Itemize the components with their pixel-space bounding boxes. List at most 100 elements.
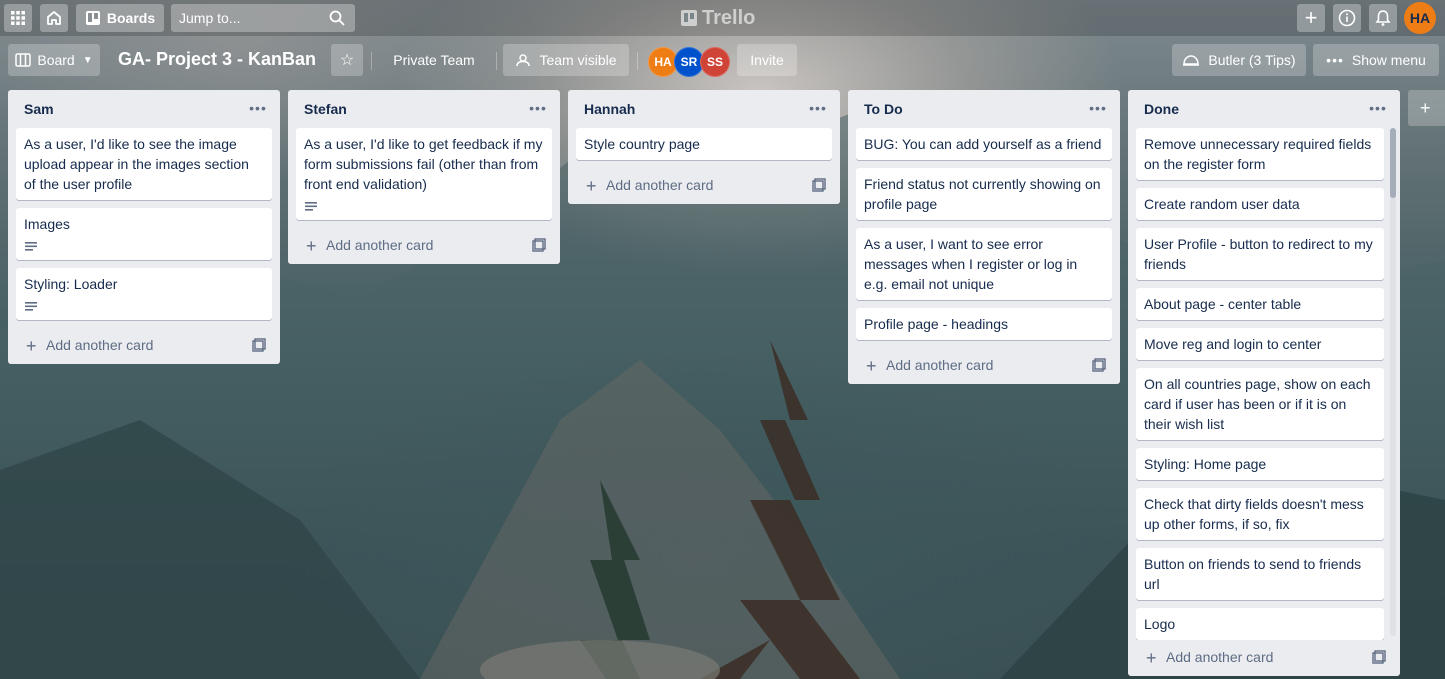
- apps-grid-button[interactable]: [4, 4, 32, 32]
- boards-button-label: Boards: [106, 10, 156, 26]
- add-card-button[interactable]: + Add another card: [1128, 640, 1400, 676]
- visibility-button[interactable]: Team visible: [503, 44, 629, 76]
- list-header: Sam •••: [8, 90, 280, 128]
- card[interactable]: Button on friends to send to friends url: [1136, 548, 1384, 600]
- list-title[interactable]: To Do: [864, 101, 903, 117]
- card[interactable]: As a user, I'd like to see the image upl…: [16, 128, 272, 200]
- add-card-button[interactable]: + Add another card: [568, 168, 840, 204]
- card[interactable]: User Profile - button to redirect to my …: [1136, 228, 1384, 280]
- board-icon: [85, 11, 100, 25]
- team-label: Private Team: [393, 52, 475, 68]
- card-template-icon[interactable]: [532, 238, 546, 255]
- add-card-button[interactable]: + Add another card: [288, 228, 560, 264]
- plus-icon: +: [1304, 5, 1318, 30]
- invite-label: Invite: [750, 52, 784, 68]
- notifications-button[interactable]: [1369, 4, 1397, 32]
- add-card-button[interactable]: + Add another card: [8, 328, 280, 364]
- create-button[interactable]: +: [1297, 4, 1325, 32]
- add-list-button[interactable]: +: [1408, 90, 1445, 126]
- show-menu-button[interactable]: ••• Show menu: [1313, 44, 1439, 76]
- card-list: As a user, I'd like to see the image upl…: [8, 128, 280, 320]
- card[interactable]: As a user, I want to see error messages …: [856, 228, 1112, 300]
- list-title[interactable]: Hannah: [584, 101, 635, 117]
- list-scrollbar-thumb[interactable]: [1390, 128, 1396, 198]
- list-menu-button[interactable]: •••: [244, 96, 272, 120]
- invite-button[interactable]: Invite: [737, 44, 797, 76]
- add-card-button[interactable]: + Add another card: [848, 348, 1120, 384]
- card[interactable]: Create random user data: [1136, 188, 1384, 220]
- trello-logo[interactable]: Trello: [681, 6, 755, 30]
- card[interactable]: On all countries page, show on each card…: [1136, 368, 1384, 440]
- info-button[interactable]: [1333, 4, 1361, 32]
- card[interactable]: Profile page - headings: [856, 308, 1112, 340]
- butler-label: Butler (3 Tips): [1208, 52, 1296, 68]
- boards-button[interactable]: Boards: [76, 4, 164, 32]
- card[interactable]: Friend status not currently showing on p…: [856, 168, 1112, 220]
- list-menu-button[interactable]: •••: [1364, 96, 1392, 120]
- search-icon: [329, 10, 345, 26]
- board-title[interactable]: GA- Project 3 - KanBan: [118, 49, 316, 70]
- member-avatar[interactable]: SS: [700, 47, 730, 77]
- card[interactable]: Styling: Home page: [1136, 448, 1384, 480]
- add-card-label: Add another card: [886, 357, 994, 373]
- card-list: As a user, I'd like to get feedback if m…: [288, 128, 560, 220]
- card[interactable]: About page - center table: [1136, 288, 1384, 320]
- plus-icon: +: [866, 356, 877, 376]
- card-title: As a user, I'd like to see the image upl…: [24, 136, 249, 192]
- card-title: Button on friends to send to friends url: [1144, 556, 1362, 592]
- board-view-switcher[interactable]: Board ▼: [8, 44, 100, 76]
- butler-button[interactable]: Butler (3 Tips): [1172, 44, 1306, 76]
- list-hannah: Hannah ••• Style country page + Add anot…: [568, 90, 840, 204]
- list-menu-button[interactable]: •••: [1084, 96, 1112, 120]
- card-list: Remove unnecessary required fields on th…: [1128, 128, 1400, 640]
- card-title: Style country page: [584, 136, 700, 152]
- visibility-label: Team visible: [539, 52, 617, 68]
- list-menu-button[interactable]: •••: [804, 96, 832, 120]
- card[interactable]: Check that dirty fields doesn't mess up …: [1136, 488, 1384, 540]
- card-template-icon[interactable]: [812, 178, 826, 195]
- card[interactable]: Images: [16, 208, 272, 260]
- board-header: Board ▼ GA- Project 3 - KanBan ☆ Private…: [0, 44, 1445, 78]
- card[interactable]: Move reg and login to center: [1136, 328, 1384, 360]
- card[interactable]: As a user, I'd like to get feedback if m…: [296, 128, 552, 220]
- card-template-icon[interactable]: [1092, 358, 1106, 375]
- list-scrollbar-track[interactable]: [1390, 128, 1396, 636]
- search-input[interactable]: Jump to...: [171, 4, 355, 32]
- card-title: Check that dirty fields doesn't mess up …: [1144, 496, 1364, 532]
- board-view-icon: [15, 53, 32, 67]
- card[interactable]: Styling: Loader: [16, 268, 272, 320]
- header-divider: [371, 52, 372, 70]
- card-title: As a user, I'd like to get feedback if m…: [304, 136, 543, 192]
- description-icon: [24, 238, 264, 254]
- team-button[interactable]: Private Team: [380, 44, 488, 76]
- list-title[interactable]: Sam: [24, 101, 54, 117]
- card-template-icon[interactable]: [252, 338, 266, 355]
- user-avatar[interactable]: HA: [1404, 2, 1436, 34]
- card-title: As a user, I want to see error messages …: [864, 236, 1078, 292]
- card-title: Friend status not currently showing on p…: [864, 176, 1101, 212]
- card-title: Remove unnecessary required fields on th…: [1144, 136, 1372, 172]
- list-title[interactable]: Stefan: [304, 101, 347, 117]
- plus-icon: +: [586, 176, 597, 196]
- home-button[interactable]: [40, 4, 68, 32]
- card-list: BUG: You can add yourself as a friend Fr…: [848, 128, 1120, 340]
- list-to-do: To Do ••• BUG: You can add yourself as a…: [848, 90, 1120, 384]
- list-header: To Do •••: [848, 90, 1120, 128]
- list-menu-button[interactable]: •••: [524, 96, 552, 120]
- card[interactable]: Logo: [1136, 608, 1384, 640]
- search-placeholder: Jump to...: [179, 10, 241, 26]
- info-icon: [1338, 9, 1356, 27]
- card-template-icon[interactable]: [1372, 650, 1386, 667]
- list-title[interactable]: Done: [1144, 101, 1179, 117]
- add-card-label: Add another card: [46, 337, 154, 353]
- list-header: Done •••: [1128, 90, 1400, 128]
- card-title: On all countries page, show on each card…: [1144, 376, 1371, 432]
- bell-icon: [1375, 10, 1391, 26]
- card[interactable]: Style country page: [576, 128, 832, 160]
- card[interactable]: Remove unnecessary required fields on th…: [1136, 128, 1384, 180]
- card[interactable]: BUG: You can add yourself as a friend: [856, 128, 1112, 160]
- card-title: Images: [24, 216, 70, 232]
- plus-icon: +: [1420, 97, 1431, 118]
- card-title: Create random user data: [1144, 196, 1300, 212]
- star-board-button[interactable]: ☆: [331, 44, 363, 76]
